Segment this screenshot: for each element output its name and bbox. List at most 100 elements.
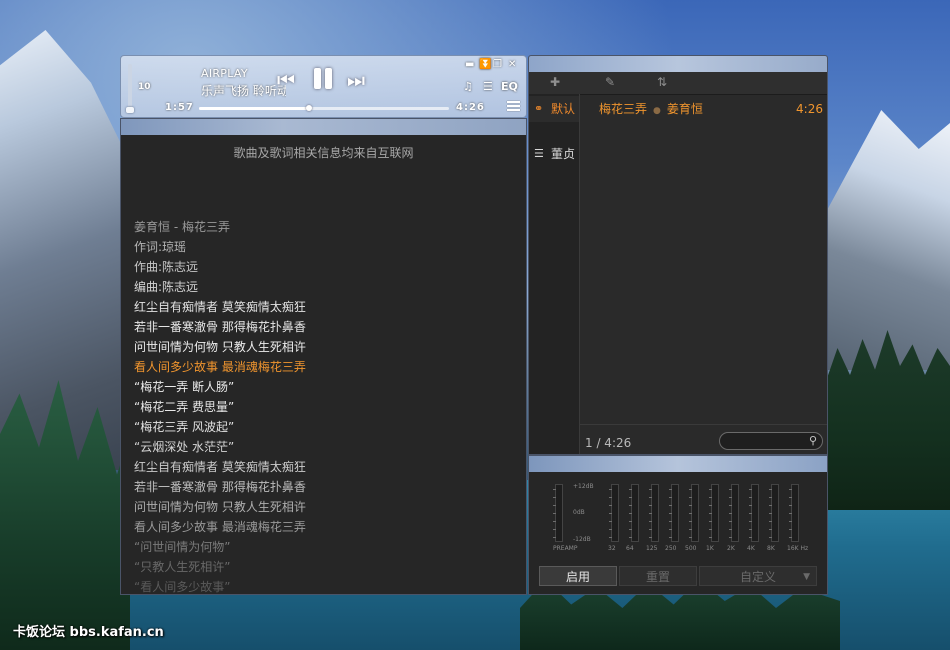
eq-tick-mark [709,529,712,530]
eq-tick-mark [709,521,712,522]
eq-tick-mark [709,513,712,514]
lyric-line: 若非一番寒澈骨 那得梅花扑鼻香 [134,480,306,494]
lyric-line: 编曲:陈志远 [134,280,199,294]
lyric-line: 姜育恒 - 梅花三弄 [134,220,230,234]
eq-tick-mark [749,537,752,538]
eq-tick-mark [629,529,632,530]
eq-tick-mark [689,537,692,538]
playlist-tab-default[interactable]: ⚭ 默认 [529,96,579,122]
add-icon[interactable]: ✚ [550,75,560,89]
eq-tick-mark [769,497,772,498]
equalizer-titlebar[interactable] [529,456,827,472]
eq-band-slider[interactable] [729,484,739,542]
eq-band-slider[interactable] [649,484,659,542]
lyric-line: 看人间多少故事 最消魂梅花三弄 [134,520,306,534]
playlist-titlebar[interactable] [529,56,827,72]
eq-tick-mark [709,497,712,498]
eq-tick-mark [769,537,772,538]
seek-bar-handle[interactable] [306,105,312,111]
eq-tick-mark [769,529,772,530]
lyrics-icon[interactable]: ♫ [463,80,473,93]
eq-tick-mark [769,513,772,514]
eq-tick-mark [749,505,752,506]
eq-tick-mark [553,497,556,498]
restore-icon[interactable]: ❐ [493,59,502,70]
eq-tick-mark [609,497,612,498]
eq-tick-mark [689,521,692,522]
menu-icon[interactable] [507,101,520,113]
eq-band-slider[interactable] [609,484,619,542]
lyrics-panel-titlebar[interactable] [121,119,526,135]
lyric-line: 问世间情为何物 只教人生死相许 [134,500,306,514]
seek-bar-fill [199,107,309,110]
eq-tick-mark [609,513,612,514]
lyric-line: 看人间多少故事 最消魂梅花三弄 [134,360,306,374]
eq-tick-mark [749,497,752,498]
volume-slider-handle[interactable] [126,107,134,113]
eq-band-slider[interactable] [553,484,563,542]
eq-tick-mark [729,537,732,538]
eq-tick-mark [649,505,652,506]
eq-tick-mark [669,529,672,530]
eq-reset-button[interactable]: 重置 [619,566,697,586]
sort-icon[interactable]: ⇅ [657,75,667,89]
lyrics-source-note: 歌曲及歌词相关信息均来自互联网 [233,146,414,160]
track-title: 梅花三弄 [599,102,648,116]
pause-icon[interactable] [312,66,334,90]
playlist-tab-secondary[interactable]: ☰ 董贞 [529,141,579,167]
seek-bar[interactable] [199,105,449,111]
equalizer-panel: PREAMP 32 64 125 250 500 1K 2K 4K 8K 16K Hz +12dB … [528,455,828,595]
eq-tick-mark [709,489,712,490]
eq-band-slider[interactable] [689,484,699,542]
minimize-icon[interactable]: ▬ [465,59,474,70]
eq-preset-value: 自定义 [739,570,776,584]
eq-band-label: 32 [608,545,616,552]
playlist-row[interactable]: 梅花三弄 ● 姜育恒 [599,100,703,117]
eq-band-slider[interactable] [769,484,779,542]
eq-db-min: -12dB [573,536,591,543]
eq-tick-mark [729,529,732,530]
eq-band-slider[interactable] [749,484,759,542]
track-duration: 4:26 [796,102,823,116]
eq-band-slider[interactable] [629,484,639,542]
lyric-line: 红尘自有痴情者 莫笑痴情太痴狂 [134,460,306,474]
mini-mode-icon[interactable]: ⏬ [479,59,491,70]
eq-tick-mark [669,513,672,514]
total-time: 4:26 [456,102,485,113]
eq-tick-mark [709,505,712,506]
playlist-toolbar: ✚ ✎ ⇅ [529,72,827,95]
eq-band-label: 4K [747,545,755,552]
volume-slider-track[interactable] [128,64,132,112]
playlist-tab-label: 默认 [551,102,576,116]
next-icon[interactable]: ⏭ [347,68,365,92]
eq-enable-button[interactable]: 启用 [539,566,617,586]
eq-band-slider[interactable] [709,484,719,542]
eq-band-slider[interactable] [789,484,799,542]
headphones-icon: ⚭ [534,102,544,115]
close-icon[interactable]: ✕ [508,59,516,70]
eq-tick-mark [729,521,732,522]
playlist-search-input[interactable]: ⚲ [719,432,823,450]
eq-tick-mark [689,529,692,530]
eq-band-label: 8K [767,545,775,552]
eq-preset-select[interactable]: 自定义 ▼ [699,566,817,586]
eq-tick-mark [629,521,632,522]
eq-band-slider[interactable] [669,484,679,542]
separator-dot-icon: ● [653,106,661,116]
lyric-line: “梅花三弄 风波起” [134,420,235,434]
eq-tick-mark [689,513,692,514]
chevron-down-icon: ▼ [803,572,810,582]
airplay-source-label: AIRPLAY [201,67,248,80]
playlist-status: 1 / 4:26 [585,436,632,450]
elapsed-time: 1:57 [165,102,194,113]
edit-icon[interactable]: ✎ [605,75,615,89]
previous-icon[interactable]: ⏮ [277,68,295,92]
search-icon[interactable]: ⚲ [809,434,817,447]
volume-level: 10 [138,82,151,92]
eq-tick-mark [689,505,692,506]
eq-tick-mark [553,489,556,490]
eq-toggle-button[interactable]: EQ [501,80,518,93]
eq-tick-mark [649,489,652,490]
eq-tick-mark [629,537,632,538]
playlist-icon[interactable]: ☰ [483,80,493,93]
